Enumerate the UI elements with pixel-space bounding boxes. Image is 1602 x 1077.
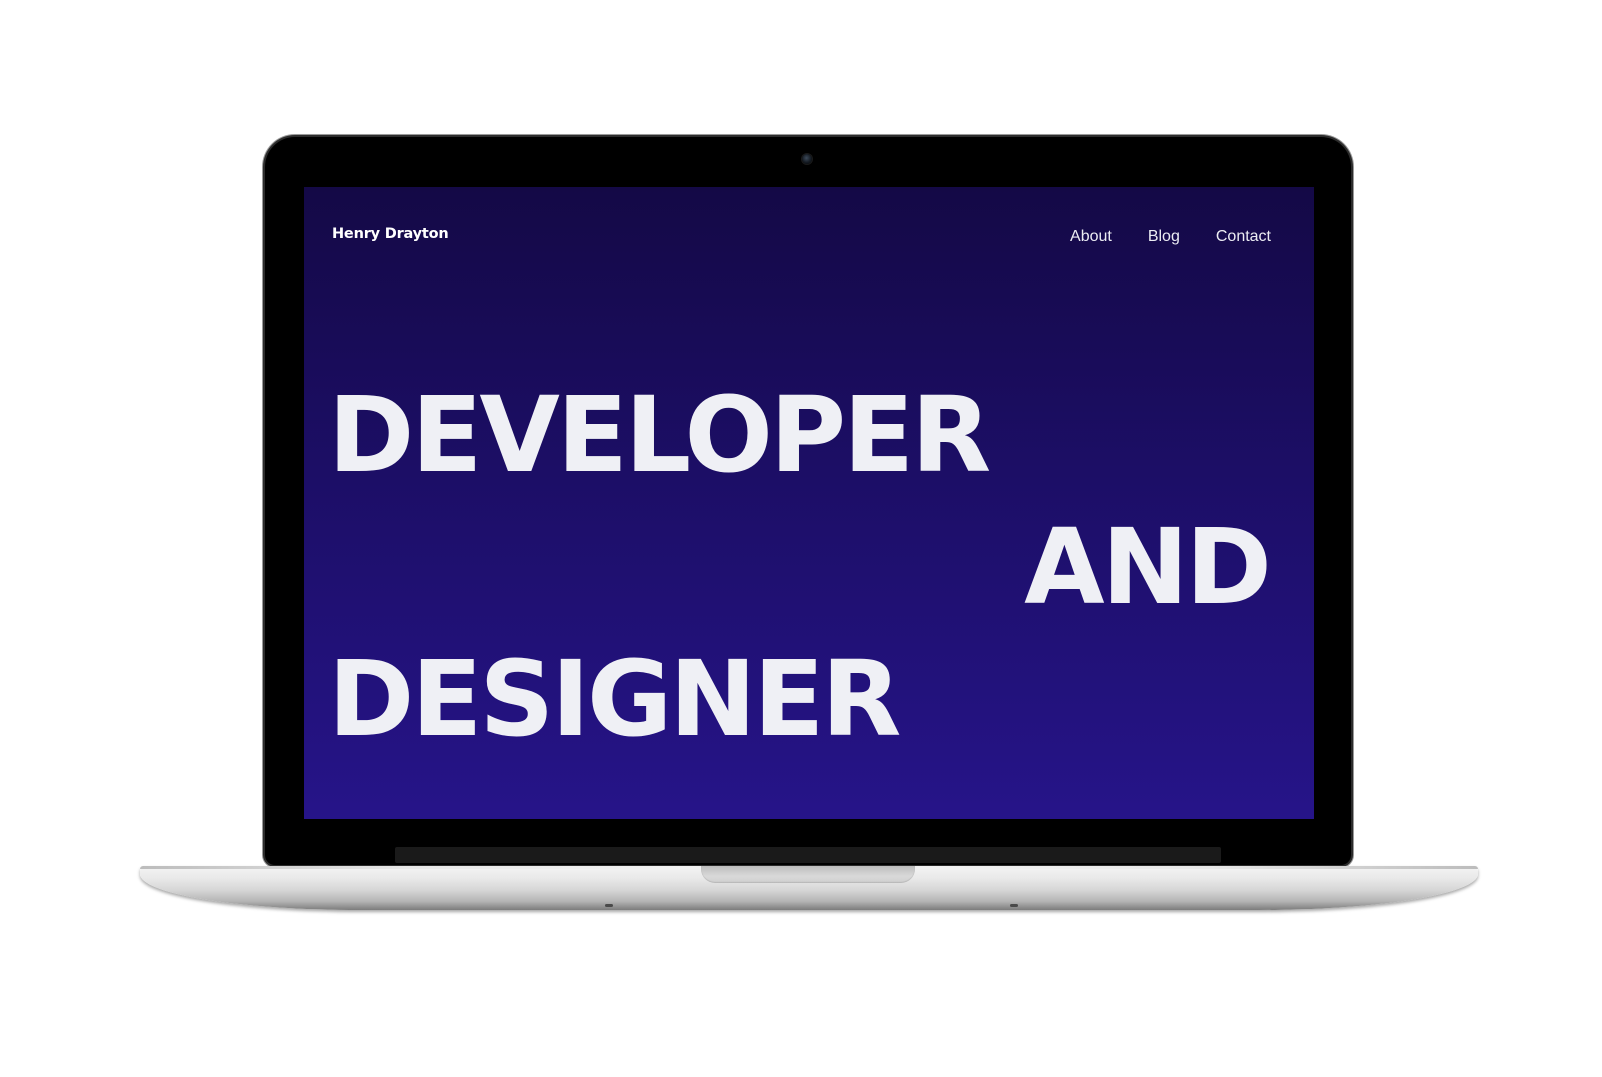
laptop-screen: Henry Drayton About Blog Contact DEVELOP… [304, 187, 1314, 819]
nav-link-about[interactable]: About [1070, 228, 1112, 246]
laptop-hinge [395, 847, 1221, 863]
laptop-lid: Henry Drayton About Blog Contact DEVELOP… [265, 137, 1351, 865]
webcam-icon [802, 154, 812, 164]
laptop-foot-right [1010, 904, 1018, 907]
mockup-stage: Henry Drayton About Blog Contact DEVELOP… [0, 0, 1602, 1077]
laptop-foot-left [605, 904, 613, 907]
laptop-base [140, 866, 1478, 910]
site-logo[interactable]: Henry Drayton [332, 226, 449, 242]
nav-link-contact[interactable]: Contact [1216, 228, 1271, 246]
main-nav: About Blog Contact [1070, 228, 1271, 246]
hero-word-and: AND [1024, 506, 1272, 628]
trackpad-notch [701, 866, 915, 883]
hero-word-designer: DESIGNER [328, 638, 901, 760]
nav-link-blog[interactable]: Blog [1148, 228, 1180, 246]
hero-word-developer: DEVELOPER [328, 374, 991, 496]
